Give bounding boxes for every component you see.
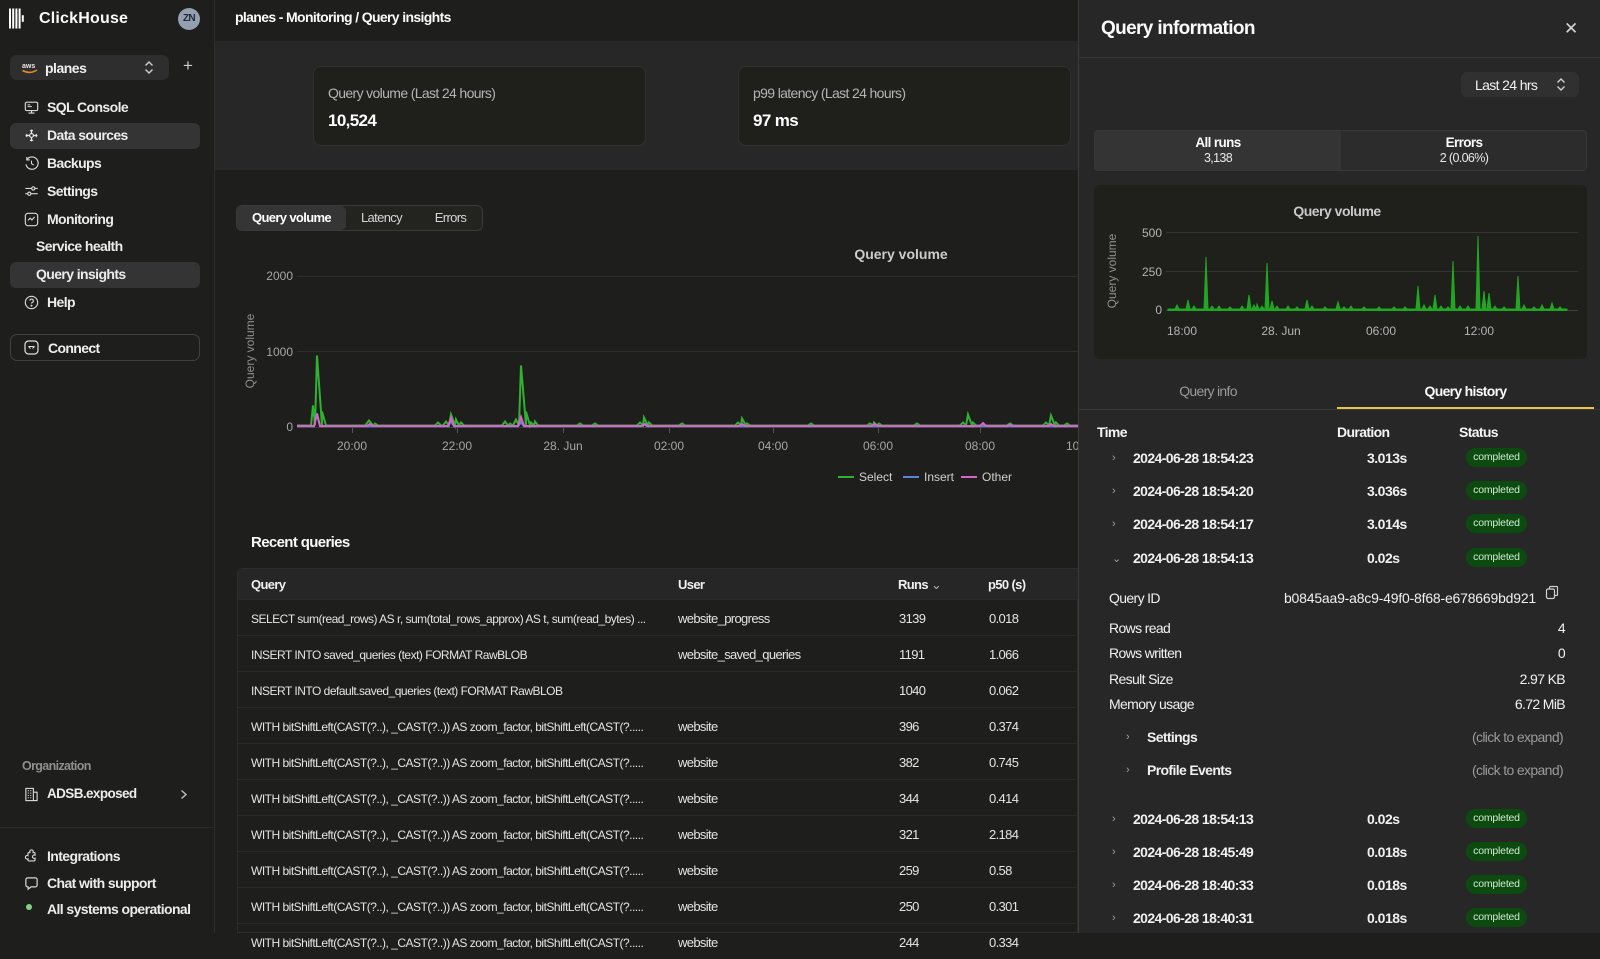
svg-text:06:00: 06:00	[1366, 324, 1396, 338]
svg-text:aws: aws	[22, 63, 35, 70]
svg-text:28. Jun: 28. Jun	[543, 439, 582, 453]
svg-text:10:00: 10:00	[1066, 439, 1078, 453]
svg-text:28. Jun: 28. Jun	[1261, 324, 1300, 338]
svg-text:Select: Select	[859, 470, 893, 484]
svg-text:20:00: 20:00	[337, 439, 367, 453]
svg-text:08:00: 08:00	[965, 439, 995, 453]
svg-text:0: 0	[1155, 303, 1162, 317]
svg-text:Other: Other	[982, 470, 1012, 484]
svg-text:250: 250	[1142, 265, 1162, 279]
svg-text:0: 0	[286, 420, 293, 434]
svg-text:Query volume: Query volume	[854, 246, 948, 262]
svg-text:22:00: 22:00	[442, 439, 472, 453]
svg-text:02:00: 02:00	[654, 439, 684, 453]
svg-text:Insert: Insert	[924, 470, 955, 484]
svg-text:Query volume: Query volume	[1293, 203, 1381, 219]
svg-text:Query volume: Query volume	[1105, 233, 1119, 308]
svg-text:Query volume: Query volume	[243, 313, 257, 388]
svg-text:06:00: 06:00	[863, 439, 893, 453]
svg-text:12:00: 12:00	[1464, 324, 1494, 338]
svg-text:04:00: 04:00	[758, 439, 788, 453]
svg-text:1000: 1000	[266, 345, 293, 359]
svg-text:18:00: 18:00	[1167, 324, 1197, 338]
svg-text:2000: 2000	[266, 269, 293, 283]
svg-text:500: 500	[1142, 226, 1162, 240]
